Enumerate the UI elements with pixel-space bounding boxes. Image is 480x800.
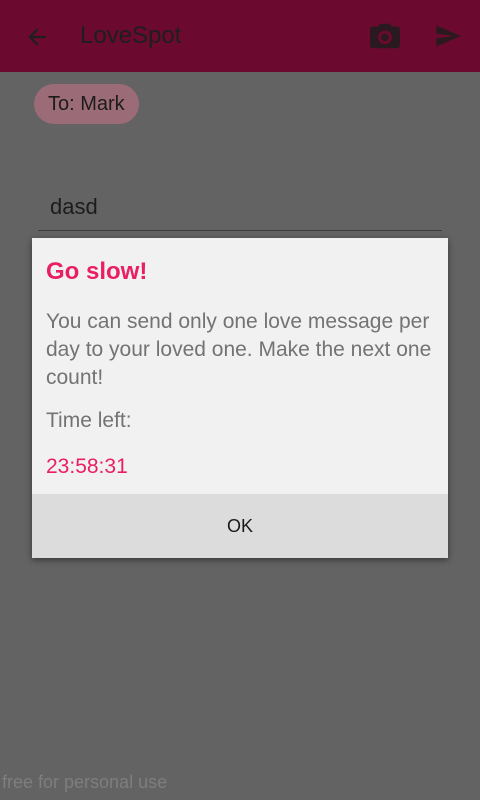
ok-button[interactable]: OK bbox=[32, 494, 448, 558]
rate-limit-dialog: Go slow! You can send only one love mess… bbox=[32, 238, 448, 558]
app-title: LoveSpot bbox=[80, 22, 182, 49]
timer-value: 23:58:31 bbox=[46, 455, 128, 478]
watermark-text: free for personal use bbox=[2, 772, 168, 792]
recipient-chip[interactable]: To: Mark bbox=[34, 84, 139, 124]
message-input[interactable]: dasd bbox=[38, 188, 442, 231]
dialog-title: Go slow! bbox=[46, 258, 148, 285]
app-toolbar: LoveSpot bbox=[0, 0, 480, 72]
timer-label: Time left: bbox=[46, 409, 132, 432]
send-button[interactable] bbox=[430, 18, 466, 54]
back-button[interactable] bbox=[20, 20, 54, 54]
arrow-left-icon bbox=[28, 28, 46, 46]
send-icon bbox=[436, 25, 461, 47]
dialog-message: You can send only one love message per d… bbox=[46, 310, 432, 389]
message-text: dasd bbox=[50, 194, 98, 219]
camera-button[interactable] bbox=[366, 18, 404, 54]
camera-icon bbox=[370, 23, 400, 49]
